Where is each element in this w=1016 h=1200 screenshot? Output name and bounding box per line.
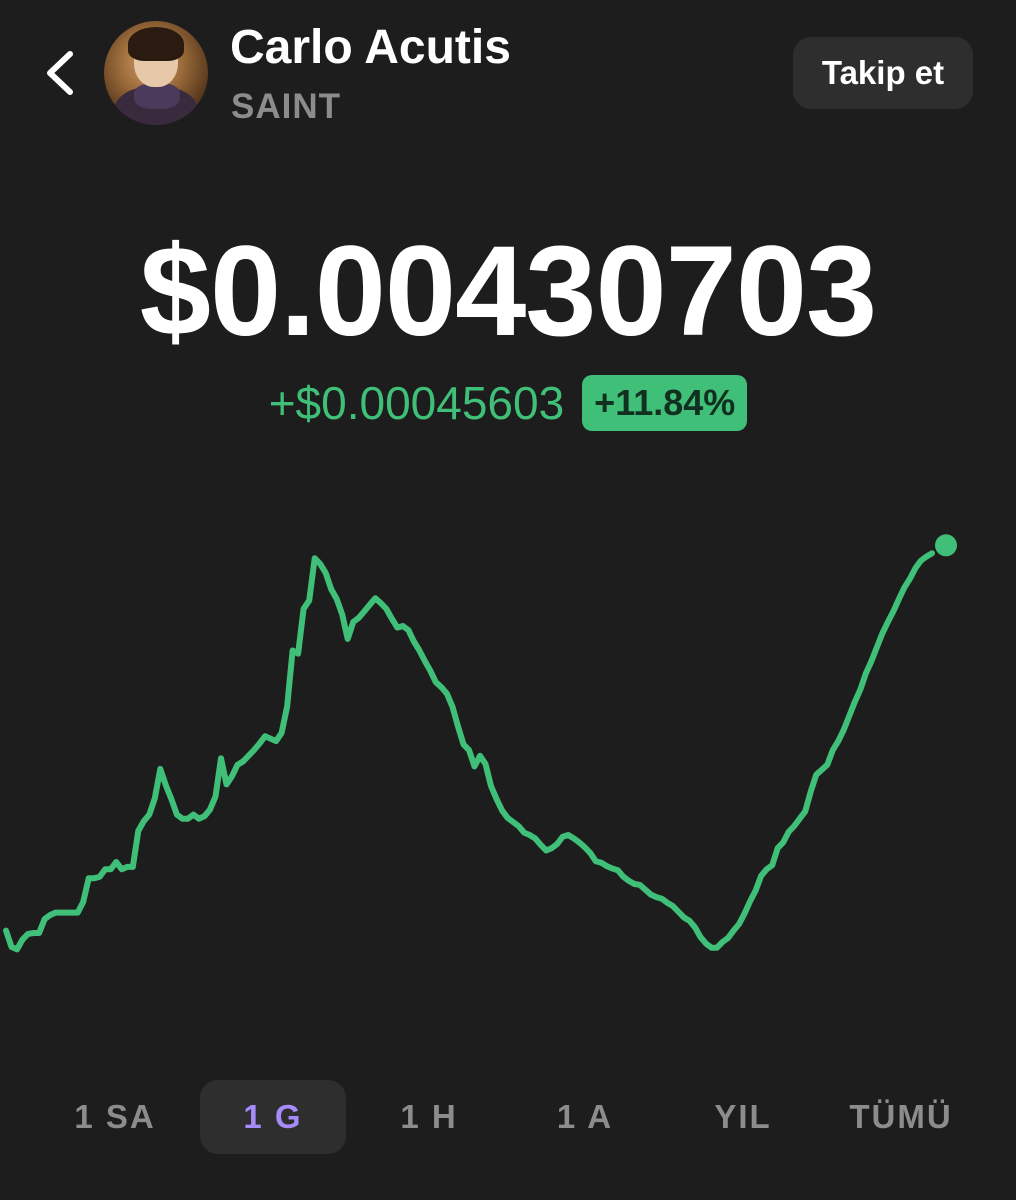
- avatar-hair: [128, 27, 184, 61]
- back-button[interactable]: [36, 46, 86, 100]
- profile-name: Carlo Acutis: [230, 21, 511, 74]
- chevron-left-icon: [47, 51, 73, 95]
- price-chart-svg: [3, 534, 957, 953]
- price-change-row: +$0.00045603 +11.84%: [0, 372, 1016, 434]
- follow-button[interactable]: Takip et: [793, 37, 973, 109]
- tab-1-day[interactable]: 1 G: [200, 1080, 346, 1154]
- tab-1-hour[interactable]: 1 SA: [40, 1080, 190, 1154]
- tab-1-week[interactable]: 1 H: [356, 1080, 502, 1154]
- time-range-tabs: 1 SA 1 G 1 H 1 A YIL TÜMÜ: [0, 1080, 1016, 1154]
- tab-1-year[interactable]: YIL: [668, 1080, 818, 1154]
- price-chart[interactable]: [0, 470, 1016, 1040]
- price-line: [3, 550, 935, 953]
- current-price-dot: [935, 534, 957, 557]
- current-price: $0.00430703: [139, 220, 877, 363]
- tab-1-month[interactable]: 1 A: [512, 1080, 658, 1154]
- tab-all[interactable]: TÜMÜ: [826, 1080, 976, 1154]
- price-change-absolute: +$0.00045603: [268, 377, 565, 429]
- price-change-percent-badge: +11.84%: [582, 375, 748, 431]
- avatar[interactable]: [104, 21, 208, 125]
- header: Carlo Acutis SAINT Takip et: [0, 0, 1016, 140]
- ticker-symbol: SAINT: [231, 87, 341, 126]
